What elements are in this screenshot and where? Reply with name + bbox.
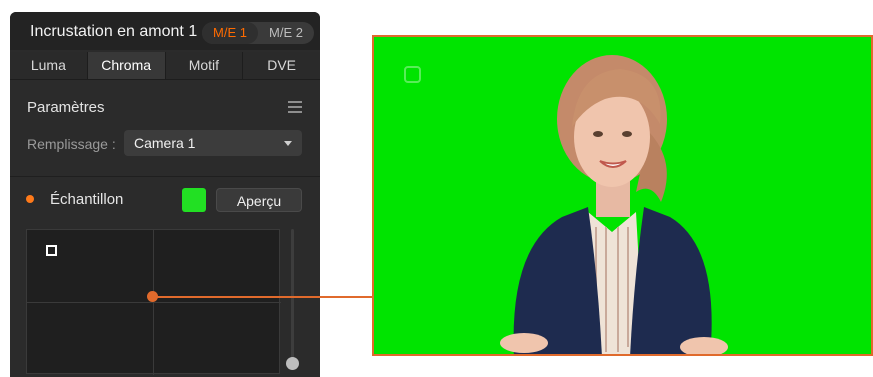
panel-header: Incrustation en amont 1 M/E 1 M/E 2 <box>10 12 320 50</box>
callout-line <box>153 296 373 298</box>
sample-color-swatch[interactable] <box>182 188 206 212</box>
divider <box>10 176 320 177</box>
slider-handle[interactable] <box>286 357 299 370</box>
tab-luma[interactable]: Luma <box>10 52 88 79</box>
preview-button[interactable]: Aperçu <box>216 188 302 212</box>
sample-grid-horizontal <box>27 302 281 303</box>
sample-label: Échantillon <box>50 191 124 208</box>
tab-chroma[interactable]: Chroma <box>87 52 166 79</box>
presenter-image <box>500 55 728 354</box>
callout-dot <box>147 291 158 302</box>
chroma-preview <box>372 35 873 356</box>
me1-button[interactable]: M/E 1 <box>202 22 258 44</box>
sample-cursor[interactable] <box>46 245 57 256</box>
fill-label: Remplissage : <box>27 136 116 152</box>
menu-icon[interactable] <box>288 101 302 113</box>
sample-size-slider[interactable] <box>291 229 294 359</box>
sample-status-dot <box>26 195 34 203</box>
tab-dve[interactable]: DVE <box>243 52 320 79</box>
section-title: Paramètres <box>27 99 105 116</box>
upstream-keyer-panel: Incrustation en amont 1 M/E 1 M/E 2 Luma… <box>10 12 320 377</box>
me2-button[interactable]: M/E 2 <box>258 22 314 44</box>
fill-source-value: Camera 1 <box>134 135 196 151</box>
me-toggle-group: M/E 1 M/E 2 <box>202 22 314 44</box>
keyer-tabs: Luma Chroma Motif DVE <box>10 52 320 80</box>
fill-source-select[interactable]: Camera 1 <box>124 130 302 156</box>
chevron-down-icon <box>284 141 292 146</box>
tab-motif[interactable]: Motif <box>166 52 244 79</box>
panel-title: Incrustation en amont 1 <box>30 23 198 40</box>
